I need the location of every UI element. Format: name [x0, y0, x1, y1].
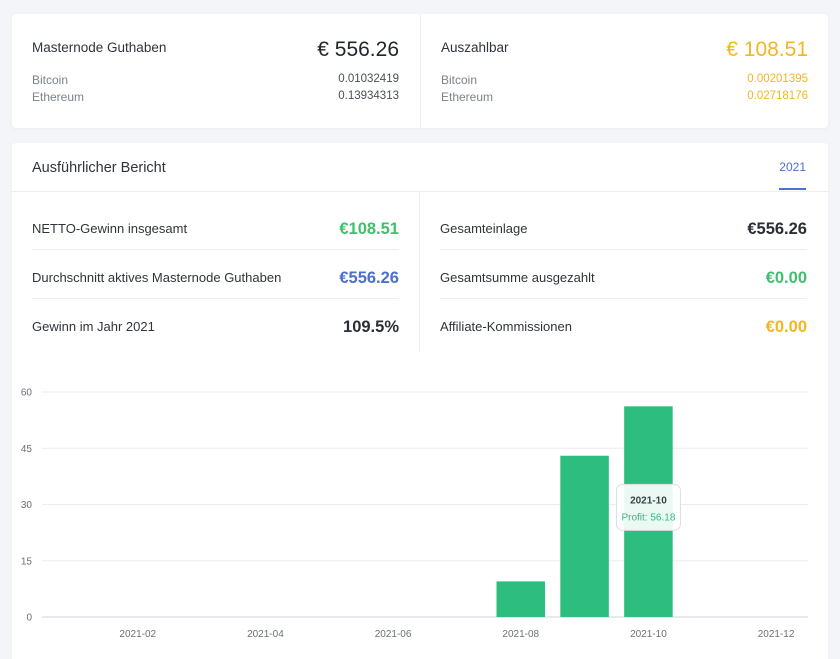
x-tick-label: 2021-02 — [119, 629, 156, 640]
bitcoin-label: Bitcoin — [441, 73, 478, 87]
y-tick-label: 45 — [21, 444, 33, 455]
profit-bar-chart: 0 15 30 45 60 2021-02 2021-04 2021-06 2021-08 202… — [21, 388, 808, 640]
stat-total-deposit: Gesamteinlage €556.26 — [440, 201, 807, 250]
bitcoin-balance-value: 0.01032419 — [338, 73, 399, 85]
bar[interactable] — [560, 455, 609, 617]
tab-year-2021[interactable]: 2021 — [779, 160, 806, 190]
report-title: Ausführlicher Bericht — [32, 160, 166, 176]
masternode-balance-amount: € 556.26 — [317, 38, 399, 61]
x-tick-label: 2021-10 — [630, 629, 667, 640]
masternode-balance-panel: Masternode Guthaben € 556.26 Bitcoin 0.0… — [12, 14, 419, 128]
stat-average-balance: Durchschnitt aktives Masternode Guthaben… — [32, 250, 399, 299]
stat-value: €0.00 — [765, 318, 807, 336]
stat-value: €0.00 — [765, 269, 807, 287]
ethereum-label: Ethereum — [441, 90, 494, 104]
stat-total-paid-out: Gesamtsumme ausgezahlt €0.00 — [440, 250, 807, 299]
y-tick-label: 60 — [21, 388, 33, 399]
stats-column-divider — [419, 192, 420, 352]
payable-label: Auszahlbar — [441, 40, 509, 55]
bitcoin-label: Bitcoin — [32, 73, 69, 87]
ethereum-balance-value: 0.13934313 — [338, 90, 399, 102]
chart-tooltip — [615, 483, 681, 531]
tooltip-title: 2021-10 — [630, 495, 667, 506]
stat-yearly-gain: Gewinn im Jahr 2021 109.5% — [32, 299, 399, 348]
ethereum-payable-row: Ethereum 0.02718176 — [441, 90, 808, 104]
stat-label: Gewinn im Jahr 2021 — [32, 319, 155, 334]
x-tick-label: 2021-08 — [502, 629, 539, 640]
bitcoin-payable-value: 0.00201395 — [747, 73, 808, 85]
ethereum-payable-value: 0.02718176 — [747, 90, 808, 102]
tooltip-label: Profit: 56.18 — [621, 512, 675, 523]
stat-label: Gesamtsumme ausgezahlt — [440, 270, 595, 285]
y-tick-label: 15 — [21, 556, 33, 567]
stat-label: Affiliate-Kommissionen — [440, 319, 572, 334]
stat-label: NETTO-Gewinn insgesamt — [32, 221, 188, 236]
x-tick-label: 2021-04 — [247, 629, 284, 640]
stat-value: €108.51 — [339, 220, 399, 238]
stat-label: Gesamteinlage — [440, 221, 528, 236]
bar[interactable] — [496, 581, 546, 617]
stat-label: Durchschnitt aktives Masternode Guthaben — [32, 270, 282, 285]
bitcoin-balance-row: Bitcoin 0.01032419 — [32, 73, 399, 87]
payable-amount: € 108.51 — [726, 38, 808, 61]
stat-affiliate-commissions: Affiliate-Kommissionen €0.00 — [440, 299, 807, 348]
payable-panel: Auszahlbar € 108.51 Bitcoin 0.00201395 E… — [420, 14, 828, 128]
x-tick-label: 2021-12 — [758, 629, 795, 640]
x-tick-label: 2021-06 — [375, 629, 412, 640]
ethereum-label: Ethereum — [32, 90, 85, 104]
stat-value: €556.26 — [339, 269, 399, 287]
ethereum-balance-row: Ethereum 0.13934313 — [32, 90, 399, 104]
masternode-balance-label: Masternode Guthaben — [32, 40, 167, 55]
stat-net-profit: NETTO-Gewinn insgesamt €108.51 — [32, 201, 399, 250]
y-tick-label: 30 — [21, 500, 33, 511]
stat-value: €556.26 — [747, 220, 807, 238]
balance-summary-card: Masternode Guthaben € 556.26 Bitcoin 0.0… — [12, 14, 828, 128]
bitcoin-payable-row: Bitcoin 0.00201395 — [441, 73, 808, 87]
header-divider — [12, 191, 828, 192]
stat-value: 109.5% — [343, 318, 399, 336]
detailed-report-card: Ausführlicher Bericht 2021 NETTO-Gewinn … — [12, 143, 828, 659]
y-tick-label: 0 — [26, 613, 32, 624]
